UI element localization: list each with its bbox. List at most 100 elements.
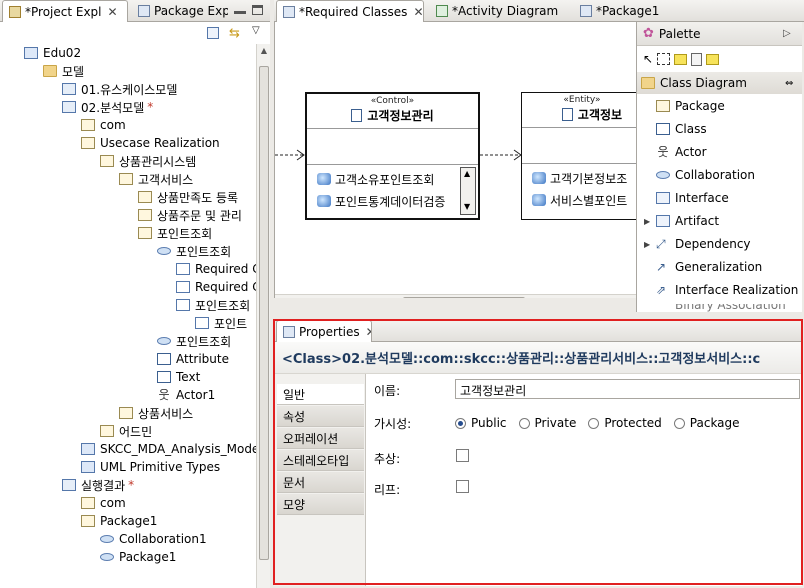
tree-item[interactable]: 고객서비스 — [119, 170, 193, 188]
attach-tool-icon[interactable] — [706, 53, 720, 65]
palette-item-class[interactable]: Class — [640, 118, 707, 140]
link-with-editor-icon[interactable]: ⇆ — [229, 26, 240, 41]
palette-pin-icon[interactable]: ⇔ — [785, 78, 793, 89]
palette-collapse-icon[interactable]: ▷ — [783, 28, 791, 39]
tree-item[interactable]: 상품만족도 등록 — [138, 188, 238, 206]
palette-item-interface[interactable]: Interface — [640, 187, 729, 209]
radio-private[interactable]: Private — [518, 416, 576, 430]
tree-item[interactable]: com — [81, 494, 126, 512]
palette-item-package[interactable]: Package — [640, 95, 725, 117]
close-icon[interactable]: ✕ — [413, 5, 423, 19]
tree-item[interactable]: 포인트조회 — [157, 242, 231, 260]
palette-section-class-diagram[interactable]: Class Diagram ⇔ — [637, 72, 802, 94]
tab-project-explorer[interactable]: *Project Expl ✕ — [2, 0, 128, 22]
tree-item[interactable]: UML Primitive Types — [81, 458, 220, 476]
tab-properties[interactable]: Properties ✕ — [276, 320, 372, 342]
palette-item-interface-realization[interactable]: ⇗ Interface Realization — [640, 279, 798, 301]
operation-item[interactable]: 포인트통계데이터검증 — [317, 191, 445, 211]
palette-item-dependency[interactable]: ▶ ⤢ Dependency — [640, 233, 751, 255]
tab-activity-diagram[interactable]: *Activity Diagram — [430, 0, 570, 22]
marquee-tool-icon[interactable] — [657, 53, 671, 65]
properties-tab[interactable]: 문서 — [277, 472, 364, 493]
expand-arrow-icon[interactable]: ▶ — [644, 240, 650, 249]
tree-item[interactable]: com — [81, 116, 126, 134]
text-tool-icon[interactable] — [691, 52, 703, 66]
properties-tab[interactable]: 모양 — [277, 494, 364, 515]
tree-item[interactable]: Package1 — [100, 548, 176, 566]
diagram-canvas[interactable]: «Control» 고객정보관리 고객소유포인트조회 포인트통계데이터검증 ▲ … — [274, 22, 636, 298]
properties-tab[interactable]: 일반 — [277, 384, 364, 405]
palette-item-artifact[interactable]: ▶ Artifact — [640, 210, 719, 232]
tree-item[interactable]: 포인트조회 — [157, 332, 231, 350]
radio-protected[interactable]: Protected — [588, 416, 662, 430]
scroll-down-icon[interactable]: ▼ — [464, 202, 470, 211]
tree-item[interactable]: 포인트조회 — [138, 224, 212, 242]
radio-button[interactable] — [673, 417, 685, 429]
dependency-arrow[interactable] — [480, 147, 524, 163]
tree-item[interactable]: Package1 — [81, 512, 157, 530]
tree-scrollbar[interactable]: ▲ — [256, 44, 270, 588]
name-field[interactable]: 고객정보관리 — [455, 379, 800, 399]
radio-public[interactable]: Public — [455, 416, 507, 430]
tree-item[interactable]: 상품관리시스템 — [100, 152, 196, 170]
scroll-left-icon[interactable]: ◀ — [279, 297, 285, 298]
tree-item[interactable]: 웃 Actor1 — [157, 386, 215, 404]
tree-item[interactable]: 포인트 — [195, 314, 247, 332]
palette-item-collaboration[interactable]: Collaboration — [640, 164, 755, 186]
tree-item[interactable]: Edu02 — [24, 44, 81, 62]
note-tool-icon[interactable] — [674, 53, 688, 65]
properties-tab[interactable]: 스테레오타입 — [277, 450, 364, 471]
tree-item[interactable]: 모델 — [43, 62, 84, 80]
scroll-up-icon[interactable]: ▲ — [256, 46, 272, 55]
tree-item[interactable]: 상품서비스 — [119, 404, 193, 422]
select-tool-icon[interactable]: ↖ — [643, 52, 653, 66]
tree-item[interactable]: 어드민 — [100, 422, 152, 440]
tree-item[interactable]: Collaboration1 — [100, 530, 207, 548]
properties-tab[interactable]: 오퍼레이션 — [277, 428, 364, 449]
close-icon[interactable]: ✕ — [366, 325, 371, 339]
tree-item[interactable]: 상품주문 및 관리 — [138, 206, 242, 224]
radio-button[interactable] — [518, 417, 530, 429]
operation-item[interactable]: 고객기본정보조 — [532, 168, 627, 188]
tree-item[interactable]: Usecase Realization — [81, 134, 220, 152]
dependency-arrow-in[interactable] — [275, 147, 307, 163]
palette-header[interactable]: ✿ Palette ▷ — [637, 22, 802, 46]
operation-scrollbar[interactable]: ▲ ▼ — [460, 167, 476, 215]
tab-package1[interactable]: *Package1 — [574, 0, 684, 22]
tree-item[interactable]: Attribute — [157, 350, 229, 368]
palette-item-actor[interactable]: 웃 Actor — [640, 141, 706, 163]
close-icon[interactable]: ✕ — [108, 5, 118, 19]
tree-item[interactable]: Required C — [176, 278, 256, 296]
tab-package-explorer[interactable]: Package Expl — [132, 0, 228, 22]
tree-item[interactable]: SKCC_MDA_Analysis_Mode — [81, 440, 256, 458]
radio-package[interactable]: Package — [673, 416, 740, 430]
maximize-button[interactable] — [252, 5, 263, 15]
expand-arrow-icon[interactable]: ▶ — [644, 217, 650, 226]
properties-tab[interactable]: 속성 — [277, 406, 364, 427]
tree-item[interactable]: 02.분석모델 * — [62, 98, 153, 116]
leaf-checkbox[interactable] — [456, 480, 469, 493]
scroll-thumb[interactable] — [403, 297, 525, 298]
scroll-thumb[interactable] — [259, 66, 269, 560]
canvas-h-scrollbar[interactable]: ◀ ▶ — [275, 294, 636, 298]
control-class-box[interactable]: «Control» 고객정보관리 고객소유포인트조회 포인트통계데이터검증 ▲ … — [305, 92, 480, 220]
tree-item[interactable]: Required C — [176, 260, 256, 278]
tree-item[interactable]: Text — [157, 368, 200, 386]
minimize-button[interactable] — [234, 11, 246, 14]
collapse-all-icon[interactable] — [207, 27, 219, 39]
tree-item[interactable]: 실행결과 * — [62, 476, 134, 494]
view-menu-icon[interactable]: ▽ — [252, 25, 260, 36]
abstract-checkbox[interactable] — [456, 449, 469, 462]
tree-item[interactable]: 01.유스케이스모델 — [62, 80, 177, 98]
operation-item[interactable]: 고객소유포인트조회 — [317, 169, 434, 189]
entity-class-box[interactable]: «Entity» 고객정보 고객기본정보조 서비스별포인트 — [521, 92, 636, 220]
radio-button[interactable] — [455, 417, 466, 429]
scroll-right-icon[interactable]: ▶ — [625, 297, 631, 298]
tab-required-classes[interactable]: *Required Classes ✕ — [276, 0, 424, 22]
radio-button[interactable] — [588, 417, 600, 429]
scroll-up-icon[interactable]: ▲ — [464, 169, 470, 178]
operation-item[interactable]: 서비스별포인트 — [532, 190, 627, 210]
tree-item[interactable]: 포인트조회 — [176, 296, 250, 314]
palette-item-generalization[interactable]: ↗ Generalization — [640, 256, 762, 278]
palette-item-binary-association[interactable]: Binary Association — [640, 304, 800, 312]
